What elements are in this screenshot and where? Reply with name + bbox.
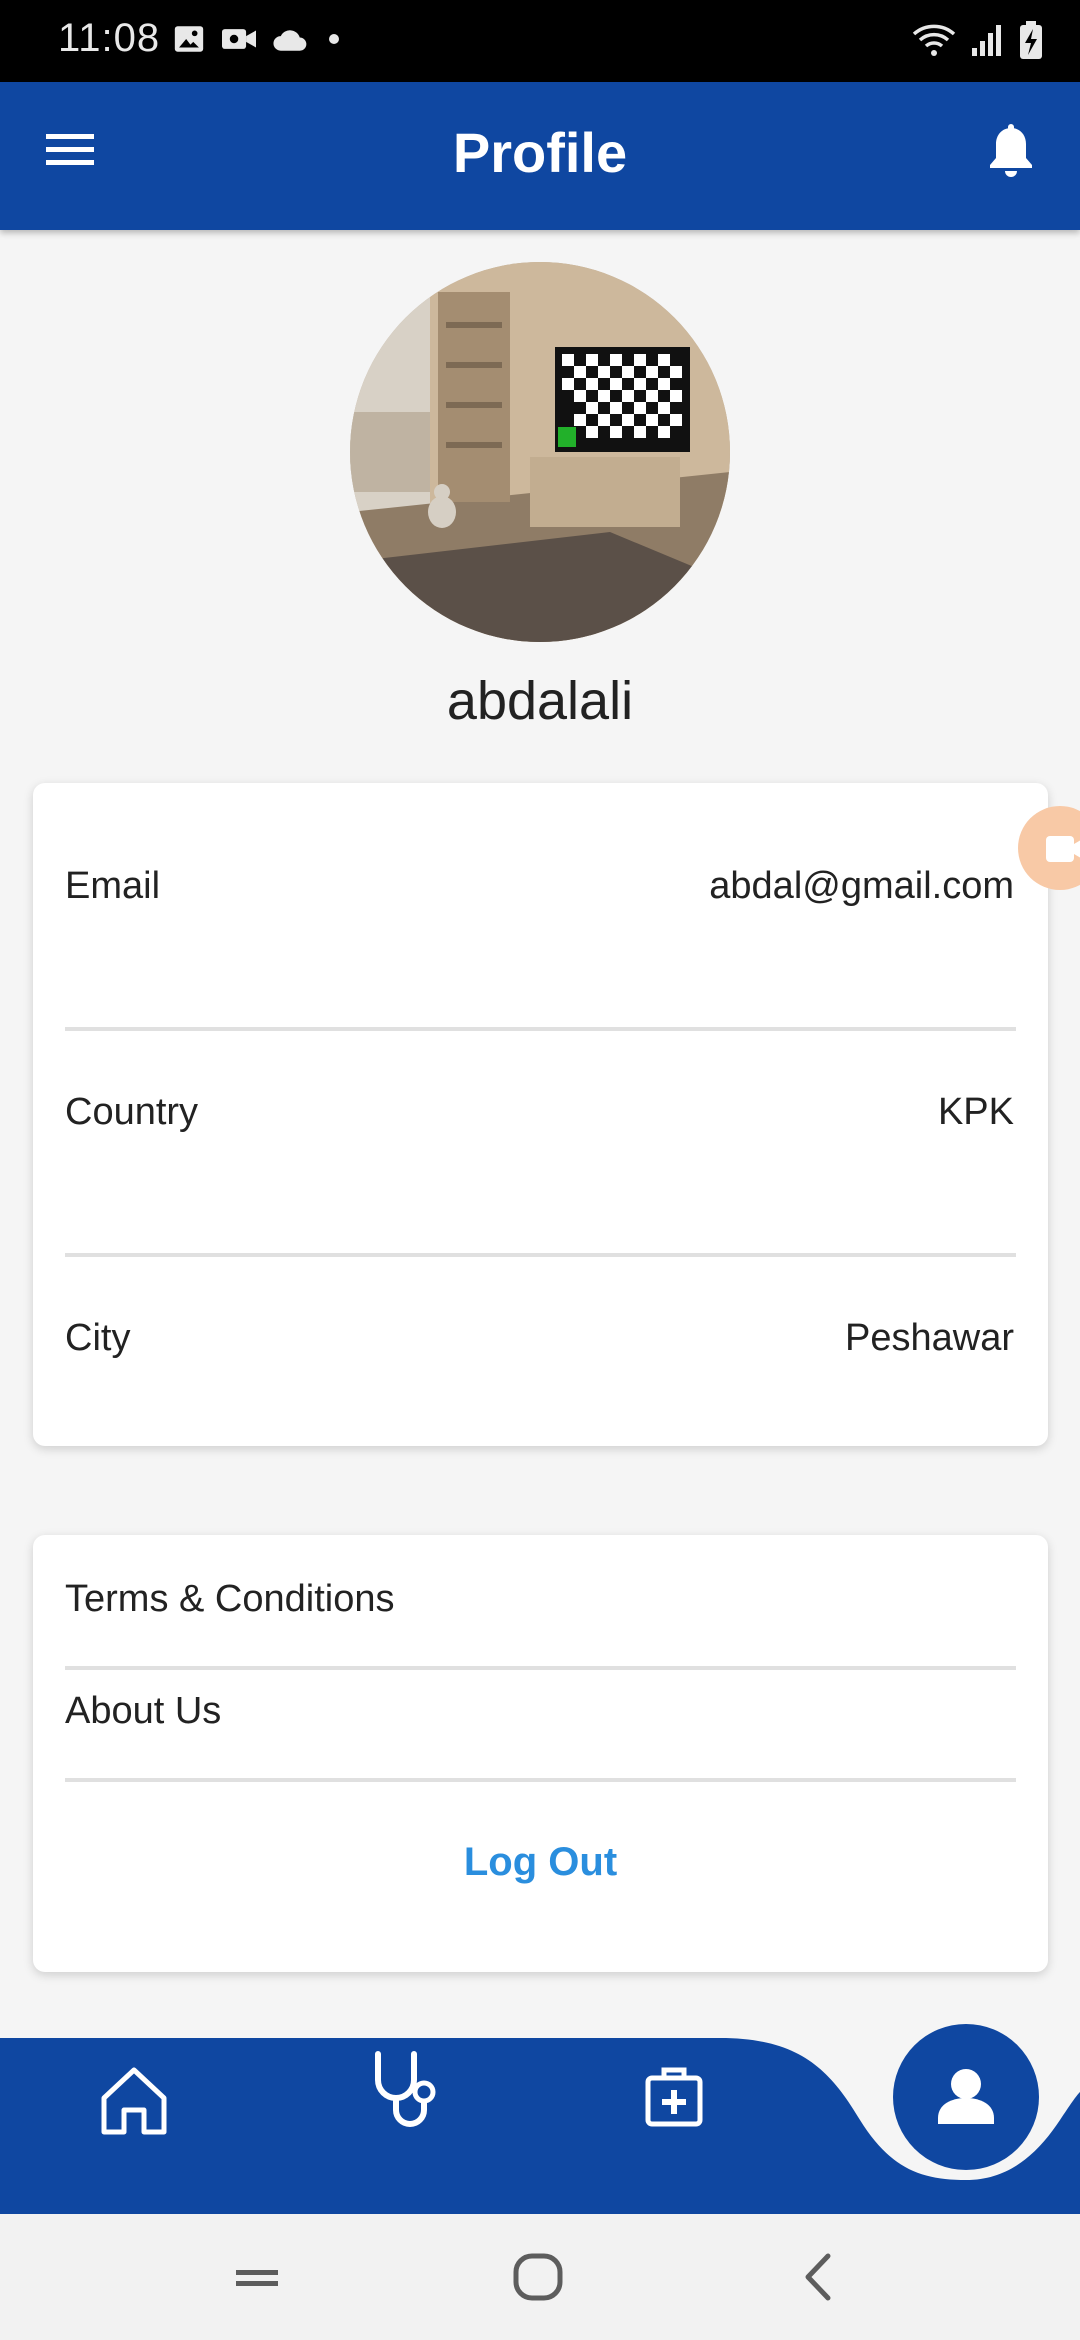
image-icon bbox=[174, 26, 204, 52]
links-card: Terms & Conditions About Us Log Out bbox=[33, 1535, 1048, 1972]
notifications-button[interactable] bbox=[986, 124, 1042, 186]
nav-home-button[interactable] bbox=[96, 2064, 172, 2143]
terms-link[interactable]: Terms & Conditions bbox=[65, 1578, 394, 1621]
dot-icon bbox=[329, 34, 339, 44]
video-icon bbox=[222, 29, 256, 49]
nav-medical-button[interactable] bbox=[644, 2064, 704, 2133]
username: abdalali bbox=[446, 671, 634, 731]
video-camera-icon bbox=[1046, 836, 1080, 862]
back-icon bbox=[805, 2253, 831, 2301]
country-value: KPK bbox=[937, 1091, 1014, 1133]
nav-profile-button[interactable] bbox=[893, 2024, 1039, 2170]
back-button[interactable] bbox=[800, 2252, 836, 2307]
city-label: City bbox=[65, 1317, 131, 1359]
about-link[interactable]: About Us bbox=[65, 1690, 221, 1733]
status-bar: 11:08 bbox=[0, 0, 1080, 82]
profile-info-card: Email abdal@gmail.com Country KPK City P… bbox=[33, 783, 1048, 1446]
city-value: Peshawar bbox=[845, 1317, 1014, 1359]
divider bbox=[65, 1666, 1016, 1670]
system-navigation-bar bbox=[0, 2214, 1080, 2340]
room-photo bbox=[350, 262, 730, 642]
email-value: abdal@gmail.com bbox=[709, 865, 1014, 907]
recents-button[interactable] bbox=[234, 2252, 280, 2307]
person-icon bbox=[938, 2069, 994, 2124]
divider bbox=[65, 1778, 1016, 1782]
page-title: Profile bbox=[452, 121, 628, 184]
divider bbox=[65, 1253, 1016, 1257]
cloud-icon bbox=[273, 30, 307, 51]
country-label: Country bbox=[65, 1091, 199, 1133]
medical-kit-icon bbox=[645, 2067, 703, 2127]
logout-button[interactable]: Log Out bbox=[33, 1840, 1048, 1885]
recents-icon bbox=[236, 2270, 278, 2286]
bell-icon bbox=[990, 124, 1032, 177]
email-label: Email bbox=[65, 865, 161, 907]
avatar[interactable] bbox=[350, 262, 730, 642]
nav-doctor-button[interactable] bbox=[368, 2050, 444, 2137]
app-bar: Profile bbox=[0, 82, 1080, 230]
status-time: 11:08 bbox=[58, 16, 161, 60]
home-circle-icon bbox=[513, 2253, 563, 2301]
battery-charging-icon bbox=[1020, 21, 1042, 59]
stethoscope-icon bbox=[375, 2051, 436, 2127]
wifi-icon bbox=[912, 24, 956, 56]
status-system-icons bbox=[912, 20, 1044, 60]
signal-icon bbox=[972, 25, 1001, 56]
home-icon bbox=[101, 2067, 167, 2135]
home-system-button[interactable] bbox=[512, 2252, 564, 2307]
status-notification-icons bbox=[172, 22, 344, 56]
divider bbox=[65, 1027, 1016, 1031]
